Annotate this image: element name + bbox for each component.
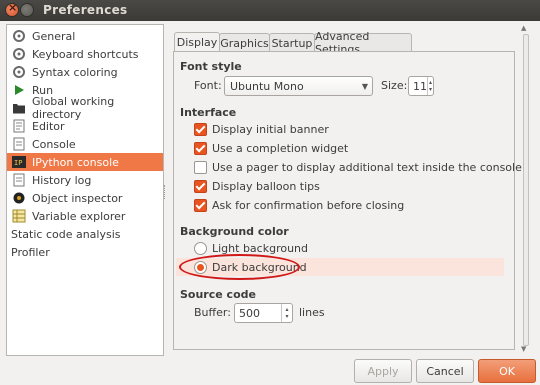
apply-button[interactable]: Apply	[354, 359, 412, 383]
sidebar-item-label: Keyboard shortcuts	[32, 47, 139, 61]
sidebar-item-variable-explorer[interactable]: Variable explorer	[7, 207, 163, 225]
checkbox-checked-icon	[194, 123, 207, 136]
editor-icon	[11, 118, 27, 134]
sidebar-item-object-inspector[interactable]: Object inspector	[7, 189, 163, 207]
sidebar-item-editor[interactable]: Editor	[7, 117, 163, 135]
radio-label: Light background	[212, 242, 309, 255]
variable-explorer-icon	[11, 208, 27, 224]
font-label: Font:	[194, 79, 222, 92]
chevron-down-icon: ▼	[361, 81, 369, 91]
scroll-down-icon[interactable]: ▼	[521, 345, 526, 353]
sidebar-item-label: Syntax coloring	[32, 65, 118, 79]
cancel-button[interactable]: Cancel	[416, 359, 474, 383]
checkbox-label: Use a pager to display additional text i…	[212, 161, 522, 174]
buffer-value: 500	[239, 306, 260, 320]
wrench-icon	[11, 28, 27, 44]
checkbox-checked-icon	[194, 199, 207, 212]
sidebar-item-global-working-directory[interactable]: Global working directory	[7, 95, 163, 121]
preferences-sidebar: General Keyboard shortcuts Syntax colori…	[6, 24, 164, 356]
folder-icon	[11, 100, 27, 116]
sidebar-item-history-log[interactable]: History log	[7, 171, 163, 189]
vertical-scrollbar[interactable]: ▲ ▼	[520, 24, 530, 354]
checkbox-label: Display balloon tips	[212, 180, 320, 193]
sidebar-item-static-code-analysis[interactable]: Static code analysis	[7, 225, 163, 243]
ok-button[interactable]: OK	[478, 359, 536, 383]
tab-advanced-settings[interactable]: Advanced Settings	[314, 30, 412, 56]
syntax-coloring-icon	[11, 64, 27, 80]
background-color-heading: Background color	[180, 225, 289, 238]
console-icon	[11, 136, 27, 152]
checkbox-checked-icon	[194, 180, 207, 193]
spin-arrows-icon[interactable]: ▴ ▾	[281, 304, 292, 322]
buffer-unit-label: lines	[299, 306, 325, 319]
svg-text:IP: IP	[14, 159, 22, 167]
sidebar-item-ipython-console[interactable]: IP IPython console	[7, 153, 163, 171]
sidebar-item-label: Object inspector	[32, 191, 123, 205]
sidebar-item-general[interactable]: General	[7, 27, 163, 45]
sidebar-item-label: Console	[32, 137, 76, 151]
tab-graphics[interactable]: Graphics	[219, 33, 270, 52]
source-code-heading: Source code	[180, 288, 256, 301]
tab-display[interactable]: Display	[174, 32, 220, 52]
minimize-window-button[interactable]	[21, 4, 33, 16]
sidebar-item-label: Profiler	[11, 245, 50, 259]
balloon-tips-checkbox[interactable]: Display balloon tips	[194, 178, 320, 195]
font-style-heading: Font style	[180, 60, 242, 73]
checkbox-label: Ask for confirmation before closing	[212, 199, 405, 212]
sidebar-item-label: Editor	[32, 119, 65, 133]
sidebar-item-syntax-coloring[interactable]: Syntax coloring	[7, 63, 163, 81]
buffer-label: Buffer:	[194, 306, 231, 319]
annotation-ellipse	[179, 254, 300, 280]
sidebar-item-label: IPython console	[32, 155, 119, 169]
checkbox-label: Display initial banner	[212, 123, 329, 136]
checkbox-checked-icon	[194, 142, 207, 155]
title-bar: Preferences	[0, 0, 540, 21]
buffer-spinbox[interactable]: 500 ▴ ▾	[234, 303, 293, 323]
radio-unchecked-icon	[194, 242, 207, 255]
checkbox-label: Use a completion widget	[212, 142, 349, 155]
completion-widget-checkbox[interactable]: Use a completion widget	[194, 140, 348, 157]
object-inspector-icon	[11, 190, 27, 206]
sidebar-item-console[interactable]: Console	[7, 135, 163, 153]
scrollbar-track[interactable]	[523, 34, 529, 346]
sidebar-item-profiler[interactable]: Profiler	[7, 243, 163, 261]
window-title: Preferences	[43, 3, 128, 17]
scroll-up-icon[interactable]: ▲	[521, 24, 526, 32]
checkbox-unchecked-icon	[194, 161, 207, 174]
size-spinbox[interactable]: 11 ▴ ▾	[408, 76, 434, 96]
tab-startup[interactable]: Startup	[269, 33, 315, 52]
ipython-icon: IP	[11, 154, 27, 170]
size-label: Size:	[381, 79, 408, 92]
run-icon	[11, 82, 27, 98]
splitter-handle[interactable]	[164, 185, 167, 199]
spin-arrows-icon[interactable]: ▴ ▾	[427, 77, 433, 95]
sidebar-item-keyboard-shortcuts[interactable]: Keyboard shortcuts	[7, 45, 163, 63]
sidebar-item-label: Static code analysis	[11, 227, 121, 241]
font-combobox[interactable]: Ubuntu Mono ▼	[224, 76, 373, 96]
display-initial-banner-checkbox[interactable]: Display initial banner	[194, 121, 329, 138]
sidebar-item-label: General	[32, 29, 76, 43]
font-value: Ubuntu Mono	[230, 79, 304, 93]
interface-heading: Interface	[180, 106, 237, 119]
size-value: 11	[413, 79, 427, 93]
history-icon	[11, 172, 27, 188]
pager-checkbox[interactable]: Use a pager to display additional text i…	[194, 159, 522, 176]
close-window-button[interactable]	[6, 1, 18, 16]
keyboard-shortcuts-icon	[11, 46, 27, 62]
confirm-close-checkbox[interactable]: Ask for confirmation before closing	[194, 197, 404, 214]
sidebar-item-label: History log	[32, 173, 92, 187]
sidebar-item-label: Variable explorer	[32, 209, 126, 223]
